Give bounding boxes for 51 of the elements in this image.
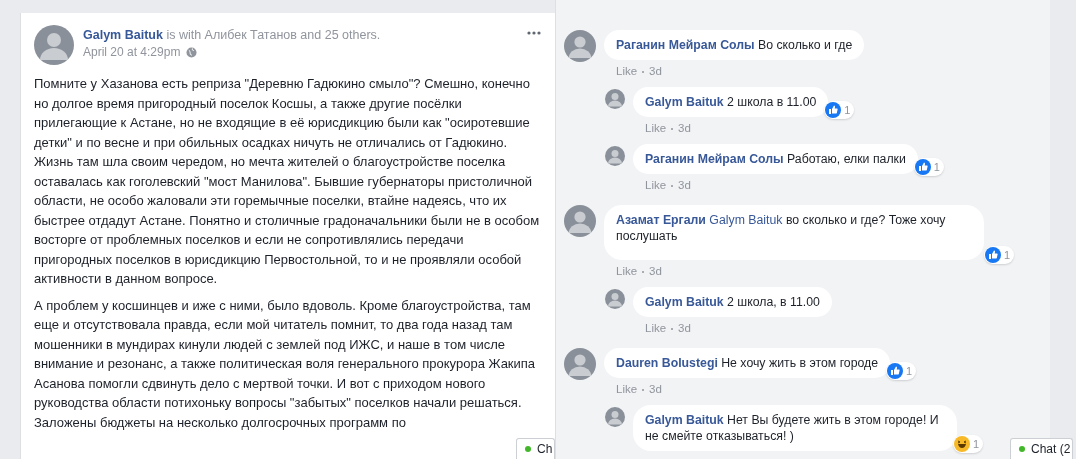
commenter-avatar[interactable] [564,348,596,380]
like-link[interactable]: Like [645,179,667,191]
commenter-name[interactable]: Dauren Bolustegi [616,356,718,370]
comment-text: Dauren Bolustegi Не хочу жить в этом городе [616,355,879,371]
comment-text: Азамат Ергали Galym Baituk во сколько и где? Тоже хочу послушать [616,212,947,244]
commenter-name[interactable]: Galym Baituk [645,95,724,109]
chat-tab[interactable]: Chat (2 [1010,438,1074,459]
commenter-avatar[interactable] [605,289,625,309]
like-link[interactable]: Like [616,383,638,395]
like-link[interactable]: Like [645,322,667,334]
comment-text: Раганин Мейрам Солы Во сколько и где [616,37,853,53]
author-link[interactable]: Galym Baituk [83,28,163,42]
comment-text: Galym Baituk 2 школа, в 11.00 [645,294,820,310]
comment-time[interactable]: 3d [649,65,662,77]
like-reaction-icon [984,247,1001,263]
commenter-name[interactable]: Раганин Мейрам Солы [645,152,784,166]
more-options-icon[interactable] [527,31,541,35]
comment-text: Galym Baituk Нет Вы будете жить в этом городе! И не смейте отказываться! ) [645,412,940,444]
commenter-avatar[interactable] [564,30,596,62]
like-link[interactable]: Like [645,122,667,134]
reaction-badge[interactable]: 1 [913,158,944,176]
commenter-name[interactable]: Galym Baituk [645,295,724,309]
tagged-text: is with Алибек Татанов and 25 others. [166,28,381,42]
commenter-name[interactable]: Galym Baituk [645,413,724,427]
like-link[interactable]: Like [616,65,638,77]
reaction-badge[interactable]: 1 [983,246,1014,264]
post-paragraph: А проблем у косшинцев и иже с ними, было вдоволь. Кроме благоустройства, там еще и отсутствовала правда, если мой читатель помнит, то два года назад там мошенники в мундирах кинули людей с землей под ИЖС, и наше в том числе внимание и резонанс, а также политическая воля генерального прокурора Жакипа Асанова помогли сдвинуть дело с мертвой точки. И вот с приходом нового руководства области потихоньку вопросы "забытых" поселков начали решаться. Заложены бюджеты на несколько долгосрочных программ по [34,296,537,432]
reaction-badge[interactable]: 1 [952,435,983,453]
commenter-avatar[interactable] [564,205,596,237]
chat-tab[interactable]: Ch [516,438,556,459]
commenter-avatar[interactable] [605,407,625,427]
comment-text: Galym Baituk 2 школа в 11.00 [645,94,817,110]
comment-time[interactable]: 3d [649,383,662,395]
commenter-avatar[interactable] [605,89,625,109]
post-paragraph: Помните у Хазанова есть реприза "Деревню Гадюкино смыло"? Смешно, конечно но долгое время пригородный поселок Косшы, а также другие посёлки прилегающие к Астане, но не входящие в её юрисдикцию были как "осиротевшие детки" и по весне и при обильных осадках ничуть не отличались от Гадюкино. Жизнь там шла своим чередом, но мечта жителей о благоустройстве поселка оставалась как гоголевский "мост Манилова". Бывшие губернаторы пристоличной области, не особо жаловали эти горемычные поселки, втайне надеясь, что их быстрее отдадут Астане. Понятно и столичные градоначальники были не в особом восторге от проблемных поселков и если не сопротивлялись передачи пригородных поселков в юрисдикцию Первостольной, то и не проявляли особой активности в данном вопросе. [34,75,541,288]
like-link[interactable]: Like [616,265,638,277]
globe-icon [186,46,198,58]
comment-time[interactable]: 3d [678,122,691,134]
comment-time[interactable]: 3d [678,322,691,334]
mention-link[interactable]: Galym Baituk [709,213,783,227]
avatar[interactable] [34,25,74,65]
comment-time[interactable]: 3d [678,179,691,191]
laughing-face-icon [953,436,970,452]
commenter-name[interactable]: Азамат Ергали [616,213,706,227]
post-date[interactable]: April 20 at 4:29pm [83,45,181,59]
comment-time[interactable]: 3d [649,265,662,277]
commenter-name[interactable]: Раганин Мейрам Солы [616,38,755,52]
comment-text: Раганин Мейрам Солы Работаю, елки палки [645,151,906,167]
commenter-avatar[interactable] [605,146,625,166]
reaction-badge[interactable]: 1 [824,101,855,119]
reaction-badge[interactable]: 1 [886,362,917,380]
